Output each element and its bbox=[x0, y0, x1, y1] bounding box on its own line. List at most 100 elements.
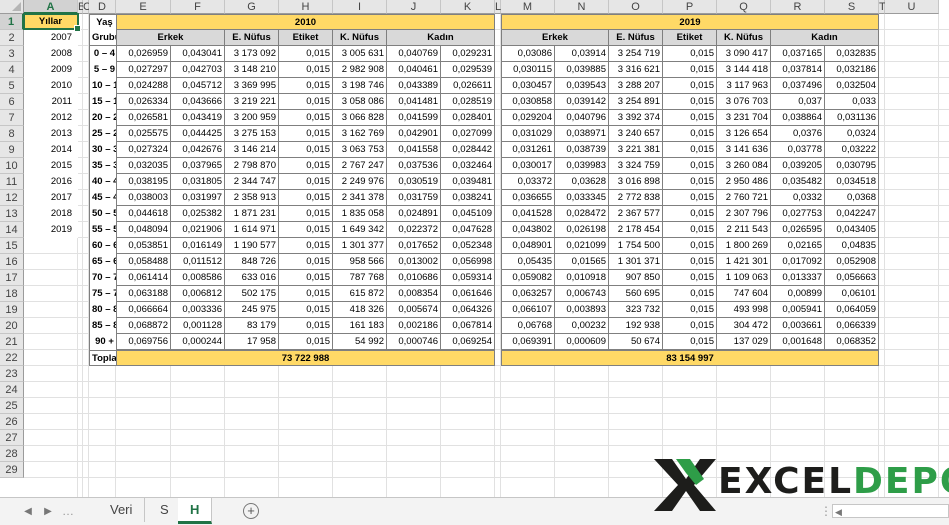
block_2019-data-cell[interactable]: 0,010918 bbox=[555, 270, 609, 286]
block_2019-data-cell[interactable]: 0,05435 bbox=[501, 254, 555, 270]
row-header-19[interactable]: 19 bbox=[0, 302, 24, 318]
block_2019-data-cell[interactable]: 3 117 963 bbox=[717, 78, 771, 94]
block_2019-data-cell[interactable]: 0,03628 bbox=[555, 174, 609, 190]
row-header-10[interactable]: 10 bbox=[0, 158, 24, 174]
block_2019-data-cell[interactable]: 3 221 381 bbox=[609, 142, 663, 158]
block_2010-data-cell[interactable]: 787 768 bbox=[333, 270, 387, 286]
block_2010-data-cell[interactable]: 1 190 577 bbox=[225, 238, 279, 254]
column-header-a[interactable]: A bbox=[24, 0, 78, 14]
block_2019-data-cell[interactable]: 0,015 bbox=[663, 238, 717, 254]
row-header-3[interactable]: 3 bbox=[0, 46, 24, 62]
block_2010-data-cell[interactable]: 0,015 bbox=[279, 254, 333, 270]
block_2010-data-cell[interactable]: 2 982 908 bbox=[333, 62, 387, 78]
row-header-7[interactable]: 7 bbox=[0, 110, 24, 126]
block_2010-data-cell[interactable]: 2 249 976 bbox=[333, 174, 387, 190]
block_2010-data-cell[interactable]: 0,031805 bbox=[171, 174, 225, 190]
row-header-24[interactable]: 24 bbox=[0, 382, 24, 398]
block_2019-data-cell[interactable]: 0,064059 bbox=[825, 302, 879, 318]
block_2019-data-cell[interactable]: 0,015 bbox=[663, 78, 717, 94]
block_2019-data-cell[interactable]: 2 307 796 bbox=[717, 206, 771, 222]
block_2019-data-cell[interactable]: 0,03372 bbox=[501, 174, 555, 190]
block_2019-data-cell[interactable]: 3 144 418 bbox=[717, 62, 771, 78]
block_2019-data-cell[interactable]: 0,015 bbox=[663, 46, 717, 62]
block_2010-data-cell[interactable]: 0,041558 bbox=[387, 142, 441, 158]
block_2010-data-cell[interactable]: 0,042901 bbox=[387, 126, 441, 142]
block_2010-data-cell[interactable]: 0,058488 bbox=[116, 254, 171, 270]
block_2019-data-cell[interactable]: 0,037165 bbox=[771, 46, 825, 62]
block_2010-data-cell[interactable]: 1 614 971 bbox=[225, 222, 279, 238]
block_2010-data-cell[interactable]: 0,027297 bbox=[116, 62, 171, 78]
block_2019-data-cell[interactable]: 0,052908 bbox=[825, 254, 879, 270]
block_2019-data-cell[interactable]: 0,015 bbox=[663, 302, 717, 318]
block_2019-data-cell[interactable]: 0,03914 bbox=[555, 46, 609, 62]
block_2019-data-cell[interactable]: 0,068352 bbox=[825, 334, 879, 350]
block_2010-data-cell[interactable]: 3 198 746 bbox=[333, 78, 387, 94]
block_2019-data-cell[interactable]: 0,017092 bbox=[771, 254, 825, 270]
block_2019-data-cell[interactable]: 2 367 577 bbox=[609, 206, 663, 222]
block_2010-data-cell[interactable]: 848 726 bbox=[225, 254, 279, 270]
block_2019-data-cell[interactable]: 0,038739 bbox=[555, 142, 609, 158]
block_2010-data-cell[interactable]: 958 566 bbox=[333, 254, 387, 270]
block_2010-data-cell[interactable]: 0,064326 bbox=[441, 302, 495, 318]
row-header-6[interactable]: 6 bbox=[0, 94, 24, 110]
block_2010-data-cell[interactable]: 0,008586 bbox=[171, 270, 225, 286]
row-header-9[interactable]: 9 bbox=[0, 142, 24, 158]
year-cell[interactable]: 2019 bbox=[24, 222, 78, 238]
block_2019-data-cell[interactable]: 3 324 759 bbox=[609, 158, 663, 174]
block_2010-data-cell[interactable]: 0,059314 bbox=[441, 270, 495, 286]
column-header-k[interactable]: K bbox=[441, 0, 495, 14]
block_2019-data-cell[interactable]: 0,015 bbox=[663, 142, 717, 158]
row-header-23[interactable]: 23 bbox=[0, 366, 24, 382]
block_2010-data-cell[interactable]: 0,030519 bbox=[387, 174, 441, 190]
block_2010-data-cell[interactable]: 0,017652 bbox=[387, 238, 441, 254]
row-header-13[interactable]: 13 bbox=[0, 206, 24, 222]
block_2010-data-cell[interactable]: 0,015 bbox=[279, 286, 333, 302]
block_2019-data-cell[interactable]: 0,0368 bbox=[825, 190, 879, 206]
block_2019-data-cell[interactable]: 0,031029 bbox=[501, 126, 555, 142]
block_2019-data-cell[interactable]: 0,039142 bbox=[555, 94, 609, 110]
block_2010-data-cell[interactable]: 1 871 231 bbox=[225, 206, 279, 222]
block_2010-data-cell[interactable]: 0,042676 bbox=[171, 142, 225, 158]
block_2010-data-cell[interactable]: 17 958 bbox=[225, 334, 279, 350]
block_2019-data-cell[interactable]: 3 141 636 bbox=[717, 142, 771, 158]
block_2010-data-cell[interactable]: 0,044425 bbox=[171, 126, 225, 142]
row-header-1[interactable]: 1 bbox=[0, 14, 24, 30]
block_2019-data-cell[interactable]: 0,026595 bbox=[771, 222, 825, 238]
block_2010-data-cell[interactable]: 0,021906 bbox=[171, 222, 225, 238]
block_2010-data-cell[interactable]: 0,000244 bbox=[171, 334, 225, 350]
year-cell[interactable]: 2008 bbox=[24, 46, 78, 62]
block_2019-data-cell[interactable]: 0,021099 bbox=[555, 238, 609, 254]
block_2019-data-cell[interactable]: 192 938 bbox=[609, 318, 663, 334]
block_2010-data-cell[interactable]: 0,052348 bbox=[441, 238, 495, 254]
block_2019-data-cell[interactable]: 0,015 bbox=[663, 318, 717, 334]
row-header-18[interactable]: 18 bbox=[0, 286, 24, 302]
block_2019-data-cell[interactable]: 0,043802 bbox=[501, 222, 555, 238]
block_2010-data-cell[interactable]: 3 275 153 bbox=[225, 126, 279, 142]
block_2019-data-cell[interactable]: 0,033345 bbox=[555, 190, 609, 206]
block_2019-data-cell[interactable]: 3 254 719 bbox=[609, 46, 663, 62]
block_2019-data-cell[interactable]: 0,015 bbox=[663, 206, 717, 222]
block_2010-data-cell[interactable]: 0,028519 bbox=[441, 94, 495, 110]
block_2019-data-cell[interactable]: 493 998 bbox=[717, 302, 771, 318]
block_2019-data-cell[interactable]: 0,038864 bbox=[771, 110, 825, 126]
block_2019-data-cell[interactable]: 0,032835 bbox=[825, 46, 879, 62]
block_2019-data-cell[interactable]: 0,030017 bbox=[501, 158, 555, 174]
block_2019-data-cell[interactable]: 0,03778 bbox=[771, 142, 825, 158]
block_2010-data-cell[interactable]: 54 992 bbox=[333, 334, 387, 350]
row-header-17[interactable]: 17 bbox=[0, 270, 24, 286]
block_2010-data-cell[interactable]: 1 835 058 bbox=[333, 206, 387, 222]
row-header-5[interactable]: 5 bbox=[0, 78, 24, 94]
block_2019-data-cell[interactable]: 0,0376 bbox=[771, 126, 825, 142]
block_2019-data-cell[interactable]: 0,003661 bbox=[771, 318, 825, 334]
more-tabs-icon[interactable]: … bbox=[62, 504, 75, 518]
block_2010-data-cell[interactable]: 0,040461 bbox=[387, 62, 441, 78]
block_2010-data-cell[interactable]: 0,002186 bbox=[387, 318, 441, 334]
block_2010-data-cell[interactable]: 0,038241 bbox=[441, 190, 495, 206]
block_2010-data-cell[interactable]: 0,015 bbox=[279, 190, 333, 206]
block_2010-data-cell[interactable]: 0,024891 bbox=[387, 206, 441, 222]
year-cell[interactable]: 2014 bbox=[24, 142, 78, 158]
block_2019-data-cell[interactable]: 0,04835 bbox=[825, 238, 879, 254]
block_2010-data-cell[interactable]: 0,038195 bbox=[116, 174, 171, 190]
block_2010-data-cell[interactable]: 3 369 995 bbox=[225, 78, 279, 94]
block_2010-data-cell[interactable]: 3 066 828 bbox=[333, 110, 387, 126]
